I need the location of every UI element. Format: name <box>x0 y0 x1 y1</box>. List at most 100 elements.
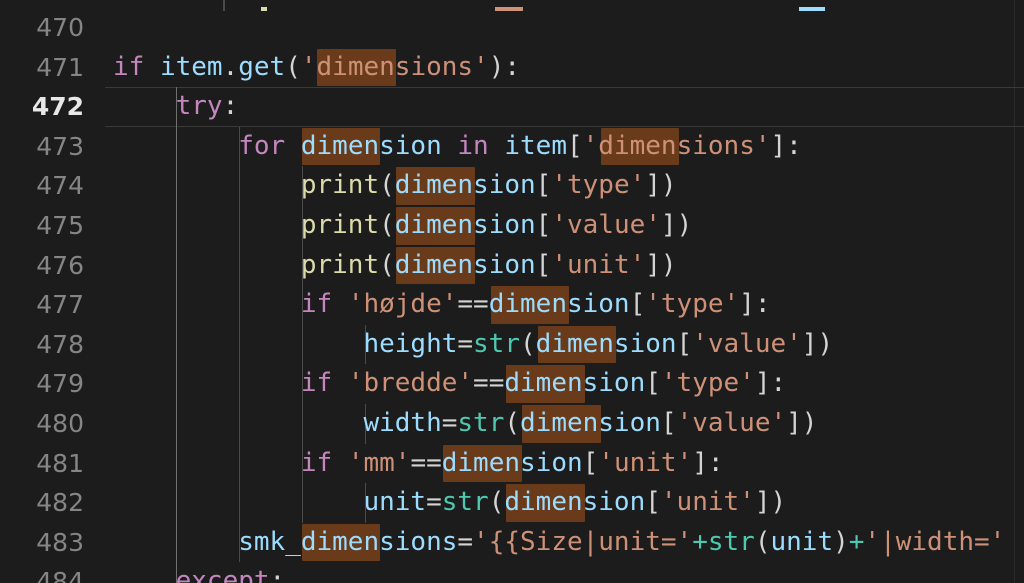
token: 'bredde' <box>347 368 474 399</box>
token: ] <box>754 368 771 399</box>
token: [ <box>676 328 693 359</box>
token: '|width=' <box>864 526 1006 557</box>
token: str <box>457 408 505 438</box>
code-line-text[interactable]: for dimension in item['dimensions']: <box>113 127 802 167</box>
token: item <box>159 51 223 82</box>
token: ] <box>754 487 771 518</box>
code-line-text[interactable]: if 'højde'==dimension['type']: <box>113 285 771 325</box>
token: : <box>707 447 724 478</box>
token: 'type' <box>551 170 646 201</box>
token: print <box>300 249 380 280</box>
token: 'højde' <box>347 289 458 320</box>
token: ) <box>660 249 677 280</box>
code-line[interactable]: 482 unit=str(dimension['unit']) <box>0 483 1024 523</box>
code-line[interactable]: 483 smk_dimensions='{{Size|unit='+str(un… <box>0 523 1024 563</box>
editor-right-edge <box>1014 0 1024 583</box>
code-line[interactable]: 477 if 'højde'==dimension['type']: <box>0 285 1024 325</box>
token: 'value' <box>692 328 802 359</box>
code-line-text[interactable]: try: <box>113 87 239 127</box>
code-line[interactable]: 471 if item.get('dimensions'): <box>0 48 1024 88</box>
token: ) <box>488 51 505 82</box>
token: ) <box>817 328 834 359</box>
code-line[interactable]: 480 width=str(dimension['value']) <box>0 404 1024 444</box>
token: [ <box>535 249 552 280</box>
code-line-text[interactable]: print(dimension['unit']) <box>113 246 677 286</box>
token: ] <box>645 249 661 280</box>
code-line[interactable]: 475 print(dimension['value']) <box>0 206 1024 246</box>
code-line-text[interactable]: if 'mm'==dimension['unit']: <box>113 444 724 484</box>
code-line-text[interactable]: if item.get('dimensions'): <box>113 48 520 88</box>
token: str <box>473 328 520 359</box>
token: ) <box>770 487 787 518</box>
code-line-text[interactable]: width=str(dimension['value']) <box>113 404 817 444</box>
token: : <box>786 130 802 161</box>
token: ] <box>739 289 755 320</box>
token: ] <box>786 408 802 438</box>
line-number: 478 <box>36 329 84 359</box>
token: [ <box>582 447 599 478</box>
token: dimension <box>441 447 583 478</box>
token: 'dimensions' <box>300 51 489 82</box>
token: ] <box>692 447 708 478</box>
code-line-text[interactable]: unit=str(dimension['unit']) <box>113 483 786 523</box>
token: ( <box>379 210 395 240</box>
token: dimension <box>394 249 536 280</box>
code-line[interactable]: 479 if 'bredde'==dimension['type']: <box>0 364 1024 404</box>
line-number: 480 <box>36 409 84 438</box>
token: ) <box>833 526 849 557</box>
token: = <box>426 487 442 518</box>
code-line[interactable]: 481 if 'mm'==dimension['unit']: <box>0 444 1024 484</box>
token: '{{Size|unit=' <box>473 526 693 557</box>
code-line[interactable]: 478 height=str(dimension['value']) <box>0 325 1024 365</box>
token: str <box>441 487 489 518</box>
token: 'dimensions' <box>582 130 771 161</box>
token: unit <box>770 526 834 557</box>
token: if <box>300 289 333 320</box>
code-line-text[interactable]: if 'bredde'==dimension['type']: <box>113 364 786 404</box>
token: dimension <box>520 408 661 438</box>
code-line-text[interactable]: except: <box>113 562 286 583</box>
token: 'type' <box>660 368 755 399</box>
code-line-text[interactable]: height=str(dimension['value']) <box>113 325 833 365</box>
token: == <box>410 447 442 478</box>
token: == <box>457 289 489 320</box>
token: print <box>300 210 380 240</box>
code-line-text[interactable]: print(dimension['type']) <box>113 166 677 206</box>
line-number: 476 <box>36 250 84 280</box>
code-line-text[interactable]: smk_dimensions='{{Size|unit='+str(unit)+… <box>113 523 1005 563</box>
token: [ <box>535 170 552 201</box>
code-line[interactable]: 472 try: <box>0 87 1024 127</box>
token: 'unit' <box>598 447 693 478</box>
token: height <box>363 328 458 359</box>
token: ( <box>488 487 505 518</box>
code-line[interactable]: 484 except: <box>0 562 1024 583</box>
token: smk_dimensions <box>238 526 458 557</box>
code-surface[interactable]: 470 471 if item.get('dimensions'): 472 try:… <box>0 0 1024 583</box>
line-number: 477 <box>36 290 84 320</box>
code-editor[interactable]: 470 471 if item.get('dimensions'): 472 try:… <box>0 0 1024 583</box>
token: dimension <box>504 487 646 518</box>
token: = <box>441 408 458 438</box>
token: [ <box>567 130 583 161</box>
code-line[interactable]: 473 for dimension in item['dimensions']: <box>0 127 1024 167</box>
code-line[interactable]: 474 print(dimension['type']) <box>0 166 1024 206</box>
token: dimension <box>300 130 442 161</box>
code-line-text[interactable]: print(dimension['value']) <box>113 206 692 246</box>
line-number: 484 <box>36 567 84 583</box>
token: ( <box>379 170 395 201</box>
token: if <box>300 447 333 478</box>
line-number: 483 <box>36 527 84 557</box>
code-line[interactable]: 470 <box>0 8 1024 48</box>
token: ] <box>801 328 818 359</box>
code-line[interactable]: 476 print(dimension['unit']) <box>0 246 1024 286</box>
token: if <box>300 368 333 399</box>
